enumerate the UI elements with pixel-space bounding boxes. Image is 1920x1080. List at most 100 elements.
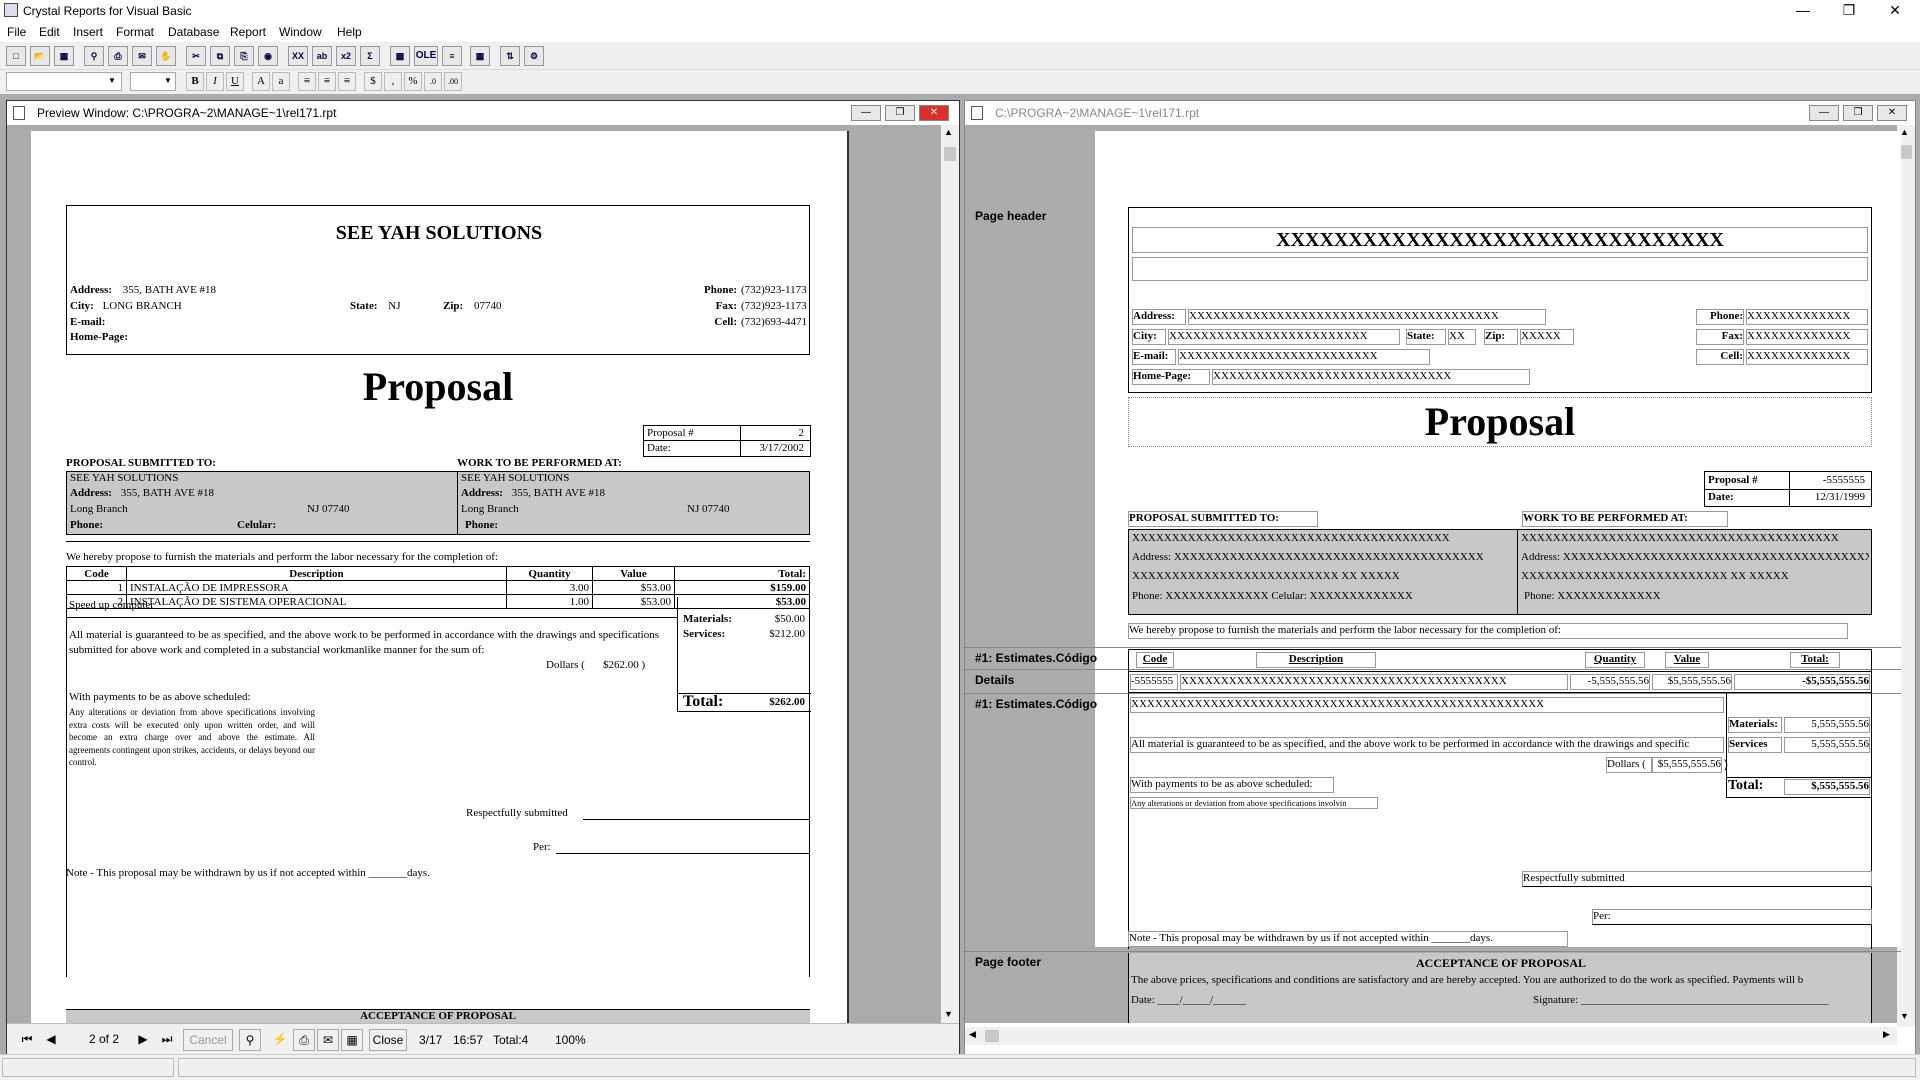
minimize-icon[interactable]: — xyxy=(1780,0,1826,22)
bold-icon[interactable]: B xyxy=(186,72,204,91)
design-proposal-number-label[interactable]: Proposal # xyxy=(1708,474,1758,486)
preview-vscrollbar[interactable]: ▲ ▼ xyxy=(941,125,959,1023)
design-state-label[interactable]: State: xyxy=(1406,329,1446,345)
design-col-code[interactable]: Code xyxy=(1136,652,1174,668)
increase-font-icon[interactable]: A xyxy=(252,72,270,91)
design-homepage-label[interactable]: Home-Page: xyxy=(1132,369,1210,385)
insert-ole-icon[interactable]: OLE xyxy=(414,46,438,66)
insert-line-icon[interactable]: ≡ xyxy=(442,46,462,66)
design-acceptance-signature[interactable]: Signature: _____________________________… xyxy=(1533,994,1828,1006)
design-email-label[interactable]: E-mail: xyxy=(1132,349,1176,365)
design-phone-field[interactable]: XXXXXXXXXXXXX xyxy=(1746,309,1868,325)
insert-summary-icon[interactable]: Σ xyxy=(360,46,380,66)
design-withdraw-note[interactable]: Note - This proposal may be withdrawn by… xyxy=(1128,931,1568,947)
design-minimize-icon[interactable]: — xyxy=(1809,105,1839,121)
design-hscroll-thumb[interactable] xyxy=(985,1030,999,1042)
design-state-field[interactable]: XX xyxy=(1448,329,1476,345)
font-name-select[interactable] xyxy=(6,72,122,91)
design-client-address-field[interactable]: Address: XXXXXXXXXXXXXXXXXXXXXXXXXXXXXXX… xyxy=(1132,551,1514,563)
design-total-sum-field[interactable]: $,555,555.56 xyxy=(1784,779,1870,795)
search-icon[interactable]: ⚲ xyxy=(239,1029,261,1051)
design-description-field[interactable]: XXXXXXXXXXXXXXXXXXXXXXXXXXXXXXXXXXXXXXXX… xyxy=(1180,674,1568,690)
preview-close-icon[interactable]: ✕ xyxy=(919,105,949,121)
insert-field-icon[interactable]: XX xyxy=(288,46,308,66)
design-total-label[interactable]: Total: xyxy=(1728,779,1782,795)
design-services-field[interactable]: 5,555,555.56 xyxy=(1784,737,1870,753)
design-subtitle-field[interactable] xyxy=(1132,257,1868,281)
menu-file[interactable]: File xyxy=(7,25,26,39)
design-submitted-to-label[interactable]: PROPOSAL SUBMITTED TO: xyxy=(1128,511,1318,527)
design-scroll-thumb[interactable] xyxy=(1900,145,1912,159)
design-city-label[interactable]: City: xyxy=(1132,329,1166,345)
design-dollars-label[interactable]: Dollars ( xyxy=(1606,757,1652,773)
nav-export-icon[interactable]: ✉ xyxy=(317,1029,339,1051)
design-client-city-field[interactable]: XXXXXXXXXXXXXXXXXXXXXXXXXX XX XXXXX xyxy=(1132,570,1400,582)
design-col-quantity[interactable]: Quantity xyxy=(1585,652,1645,668)
design-col-description[interactable]: Description xyxy=(1256,652,1376,668)
design-total-field[interactable]: -$5,555,555.56 xyxy=(1734,674,1870,690)
design-zip-field[interactable]: XXXXX xyxy=(1520,329,1574,345)
design-dollars-field[interactable]: $5,555,555.56 xyxy=(1652,757,1722,773)
design-value-field[interactable]: $5,555,555.56 xyxy=(1652,674,1732,690)
menu-edit[interactable]: Edit xyxy=(39,25,60,39)
menu-insert[interactable]: Insert xyxy=(73,25,103,39)
insert-box-icon[interactable]: ▦ xyxy=(470,46,490,66)
design-cell-label[interactable]: Cell: xyxy=(1696,349,1744,365)
design-address-label[interactable]: Address: xyxy=(1132,309,1186,325)
percent-icon[interactable]: % xyxy=(404,72,422,91)
design-proposal-heading[interactable]: Proposal xyxy=(1128,397,1872,447)
first-page-icon[interactable]: ⏮ xyxy=(17,1032,37,1050)
paste-icon[interactable]: ⎘ xyxy=(234,46,254,66)
design-acceptance-date[interactable]: Date: ____/_____/______ xyxy=(1131,994,1246,1006)
sort-icon[interactable]: ⇅ xyxy=(500,46,520,66)
close-preview-button[interactable]: Close xyxy=(369,1029,407,1051)
print-preview-icon[interactable]: ⚲ xyxy=(84,46,104,66)
design-scroll-down-icon[interactable]: ▼ xyxy=(1900,1011,1909,1021)
design-city-field[interactable]: XXXXXXXXXXXXXXXXXXXXXXXXX xyxy=(1168,329,1400,345)
design-materials-label[interactable]: Materials: xyxy=(1728,717,1782,733)
design-restore-icon[interactable]: ❐ xyxy=(1843,105,1873,121)
refresh-icon[interactable]: ⚡ xyxy=(269,1029,291,1051)
format-painter-icon[interactable]: ◉ xyxy=(258,46,278,66)
scroll-down-icon[interactable]: ▼ xyxy=(944,1009,953,1019)
design-payments-text[interactable]: With payments to be as above scheduled: xyxy=(1130,777,1334,793)
design-proposal-number-field[interactable]: -5555555 xyxy=(1793,474,1865,486)
new-icon[interactable]: □ xyxy=(6,46,26,66)
design-acceptance-text[interactable]: The above prices, specifications and con… xyxy=(1131,974,1869,986)
design-scroll-right-icon[interactable]: ▶ xyxy=(1883,1029,1890,1040)
design-acceptance-title[interactable]: ACCEPTANCE OF PROPOSAL xyxy=(1129,956,1873,971)
design-scroll-up-icon[interactable]: ▲ xyxy=(1900,127,1909,137)
scroll-up-icon[interactable]: ▲ xyxy=(944,127,953,137)
design-intro-text[interactable]: We hereby propose to furnish the materia… xyxy=(1128,623,1848,639)
font-name-dropdown-icon[interactable]: ▼ xyxy=(108,76,116,85)
font-size-dropdown-icon[interactable]: ▼ xyxy=(164,76,172,85)
design-hscrollbar[interactable]: ◀ ▶ xyxy=(965,1027,1897,1045)
design-date-label[interactable]: Date: xyxy=(1708,491,1734,503)
select-expert-icon[interactable]: ⚙ xyxy=(524,46,544,66)
last-page-icon[interactable]: ⏭ xyxy=(157,1032,177,1047)
design-site-address-field[interactable]: Address: XXXXXXXXXXXXXXXXXXXXXXXXXXXXXXX… xyxy=(1521,551,1869,563)
design-fax-field[interactable]: XXXXXXXXXXXXX xyxy=(1746,329,1868,345)
insert-text-icon[interactable]: ab xyxy=(312,46,332,66)
design-guarantee-text[interactable]: All material is guaranteed to be as spec… xyxy=(1130,737,1724,753)
menu-help[interactable]: Help xyxy=(337,25,362,39)
open-icon[interactable]: 📂 xyxy=(30,46,50,66)
italic-icon[interactable]: I xyxy=(206,72,224,91)
nav-mail-icon[interactable]: ▦ xyxy=(341,1029,363,1051)
comma-icon[interactable]: , xyxy=(384,72,402,91)
design-item-note-field[interactable]: XXXXXXXXXXXXXXXXXXXXXXXXXXXXXXXXXXXXXXXX… xyxy=(1130,697,1724,713)
design-client-name-field[interactable]: XXXXXXXXXXXXXXXXXXXXXXXXXXXXXXXXXXXXXXXX xyxy=(1132,532,1514,544)
design-materials-field[interactable]: 5,555,555.56 xyxy=(1784,717,1870,733)
insert-formula-icon[interactable]: x2 xyxy=(336,46,356,66)
decrease-font-icon[interactable]: a xyxy=(272,72,290,91)
currency-icon[interactable]: $ xyxy=(364,72,382,91)
design-site-phone-field[interactable]: Phone: XXXXXXXXXXXXX xyxy=(1524,590,1661,602)
design-close-icon[interactable]: ✕ xyxy=(1877,105,1907,121)
menu-report[interactable]: Report xyxy=(230,25,266,39)
close-icon[interactable]: ✕ xyxy=(1872,0,1918,22)
prev-page-icon[interactable]: ◀ xyxy=(41,1032,61,1050)
design-site-city-field[interactable]: XXXXXXXXXXXXXXXXXXXXXXXXXX XX XXXXX xyxy=(1521,570,1789,582)
menu-window[interactable]: Window xyxy=(279,25,322,39)
menu-database[interactable]: Database xyxy=(168,25,219,39)
design-zip-label[interactable]: Zip: xyxy=(1484,329,1518,345)
